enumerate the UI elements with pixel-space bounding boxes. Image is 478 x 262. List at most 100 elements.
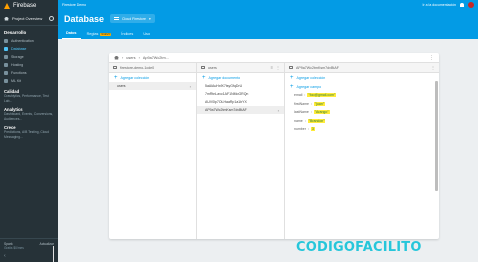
add-field-button[interactable]: + Agregar campo [285,82,439,91]
functions-icon [4,71,8,75]
document-column: AP9a7Wc2tmKsm7dvBtAF ⋮ + Agregar colecci… [285,63,439,239]
firestore-data-panel: › users › Ap9a7Wc2tm... ⋮ firestore-demo… [109,53,439,239]
tab-bar: Datos Reglas NUEVO Índices Uso [58,27,478,39]
document-id: AP9a7Wc2tmKsm7dvBtAF [205,108,247,112]
firebase-logo-icon [4,3,10,9]
sidebar-item-functions[interactable]: Functions [0,69,58,77]
sidebar-item-storage[interactable]: Storage [0,53,58,61]
field-key: number [294,127,306,132]
tab-label: Reglas [86,32,99,36]
database-root-icon [113,66,117,69]
header: Firestore Demo Ir a la documentación Dat… [58,0,478,39]
tab-usage[interactable]: Uso [139,32,154,39]
field-key: firstName [294,101,309,106]
add-document-label: Agregar documento [208,75,241,80]
field-key: lastName [294,110,309,115]
tab-label: Índices [121,32,134,36]
sidebar-group-grow[interactable]: Crece Predictions, A/B Testing, Cloud Me… [0,121,58,139]
project-selector[interactable]: Firestore Demo [62,3,86,7]
collapse-sidebar-icon[interactable]: ‹ [4,253,6,259]
people-icon [4,39,8,43]
column-header: AP9a7Wc2tmKsm7dvBtAF [296,65,339,70]
field-key: name [294,118,303,123]
field-row[interactable]: email: "foo@gmail.com" [285,91,439,100]
tab-data[interactable]: Datos [62,31,81,39]
filter-icon[interactable]: ≡ [271,65,273,70]
database-icon [4,47,8,51]
gear-icon[interactable] [49,16,54,21]
group-subtitle: Predictions, A/B Testing, Cloud Messagin… [4,130,50,139]
page-title: Database [64,13,105,24]
group-subtitle: Crashlytics, Performance, Test Lab... [4,94,49,103]
breadcrumb-separator: › [138,55,140,60]
more-options-icon[interactable]: ⋮ [429,55,434,61]
more-options-icon[interactable]: ⋮ [276,65,280,70]
list-item[interactable]: AP9a7Wc2tmKsm7dvBtAF › [197,106,284,114]
sidebar-group-quality[interactable]: Calidad Crashlytics, Performance, Test L… [0,85,58,103]
firestore-icon [114,17,120,20]
field-value: "foo@gmail.com" [307,93,337,98]
sidebar-item-authentication[interactable]: Authentication [0,37,58,45]
list-item[interactable]: AUV0lp7OLHaaRp1a1bYX [197,98,284,106]
scrollbar[interactable] [435,81,438,191]
sidebar-item-label: Authentication [11,39,34,43]
document-id: AUV0lp7OLHaaRp1a1bYX [205,100,247,104]
sidebar-item-label: Functions [11,71,27,75]
list-item[interactable]: users › [109,82,196,90]
plus-icon: + [114,74,118,81]
new-badge: NUEVO [100,32,112,36]
database-selector[interactable]: Cloud Firestore ▾ [110,14,155,23]
breadcrumb-separator: › [122,55,124,60]
sidebar-item-hosting[interactable]: Hosting [0,61,58,69]
breadcrumb-item[interactable]: Ap9a7Wc2tm... [143,56,169,60]
home-icon[interactable] [114,55,119,60]
sidebar-item-label: Database [11,47,27,51]
column-header: users [208,65,217,70]
add-document-button[interactable]: + Agregar documento [197,73,284,82]
avatar[interactable] [468,2,474,8]
brand[interactable]: Firebase [0,0,58,12]
sidebar-group-analytics[interactable]: Analytics Dashboard, Events, Conversions… [0,103,58,121]
chevron-right-icon: › [277,107,279,113]
ml-icon [4,79,8,83]
docs-link[interactable]: Ir a la documentación [423,3,456,7]
plan-description: Gratis $0/mes [4,246,54,262]
more-options-icon[interactable]: ⋮ [431,65,435,70]
sidebar-section-develop[interactable]: Desarrollo [0,26,58,37]
add-collection-button[interactable]: + Agregar colección [109,73,196,82]
breadcrumb: › users › Ap9a7Wc2tm... ⋮ [109,53,439,63]
project-overview-label: Project Overview [12,16,43,21]
project-overview[interactable]: Project Overview [0,12,58,26]
add-collection-label: Agregar colección [120,75,150,80]
tab-indexes[interactable]: Índices [117,32,137,39]
sidebar-item-database[interactable]: Database [0,45,58,53]
field-row[interactable]: firstName: "juan" [285,100,439,109]
collection-icon [201,66,205,69]
sidebar-item-label: ML Kit [11,79,22,83]
watermark: CODIGOFACILITO [296,240,422,255]
notifications-icon[interactable] [460,3,464,7]
list-item[interactable]: 5aAlAuHxfX7tsyGfqDrU [197,82,284,90]
field-row[interactable]: number: 3 [285,125,439,134]
plus-icon: + [290,83,294,90]
collection-column: users ≡ ⋮ + Agregar documento 5aAlAuHxfX… [197,63,285,239]
column-header: firestore-demo-1cde0 [120,65,155,70]
list-item[interactable]: 7mRtnLavc1AF1NMoGRQn [197,90,284,98]
plus-icon: + [290,74,294,81]
field-row[interactable]: lastName: "Arango" [285,108,439,117]
chevron-right-icon: › [189,83,191,89]
home-icon [4,16,9,21]
add-subcollection-button[interactable]: + Agregar colección [285,73,439,82]
plus-icon: + [202,74,206,81]
document-id: 7mRtnLavc1AF1NMoGRQn [205,92,249,96]
field-row[interactable]: name: "Brandon" [285,117,439,126]
collection-name: users [117,84,126,88]
sidebar-item-mlkit[interactable]: ML Kit [0,77,58,85]
field-key: email [294,93,303,98]
field-value: "Arango" [313,110,330,115]
document-id: 5aAlAuHxfX7tsyGfqDrU [205,84,243,88]
field-value: "juan" [313,101,326,106]
tab-rules[interactable]: Reglas NUEVO [83,32,116,39]
breadcrumb-item[interactable]: users [126,56,135,60]
field-value: "Brandon" [307,118,326,123]
